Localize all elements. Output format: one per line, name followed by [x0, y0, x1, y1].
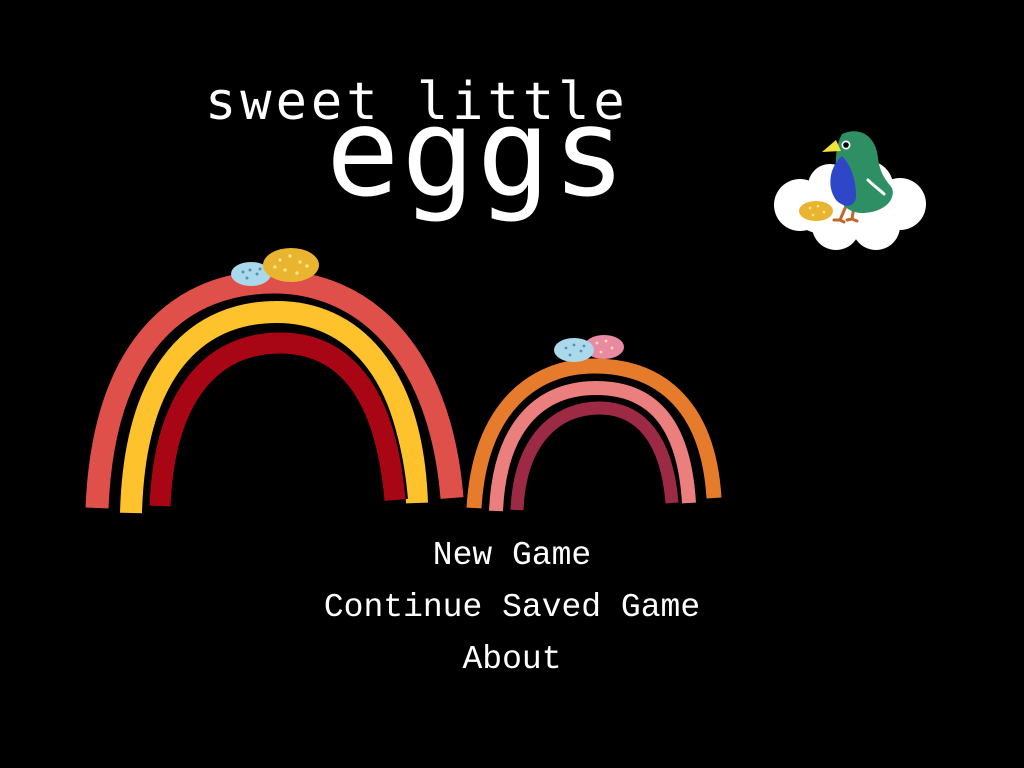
about-label: About	[462, 641, 562, 678]
large-rainbow-icon	[83, 267, 466, 514]
egg-blue-small-icon	[554, 338, 594, 362]
main-menu: New Game Continue Saved Game About	[0, 533, 1024, 689]
egg-gold-large-icon	[263, 248, 319, 282]
continue-saved-game-button[interactable]: Continue Saved Game	[0, 585, 1024, 637]
bird-on-cloud-icon	[774, 131, 926, 250]
new-game-button[interactable]: New Game	[0, 533, 1024, 585]
about-button[interactable]: About	[0, 637, 1024, 689]
small-rainbow-icon	[464, 355, 724, 512]
new-game-label: New Game	[432, 537, 592, 574]
continue-saved-game-label: Continue Saved Game	[323, 589, 701, 626]
title-screen: sweet little eggs New Game Continue Save…	[0, 0, 1024, 768]
